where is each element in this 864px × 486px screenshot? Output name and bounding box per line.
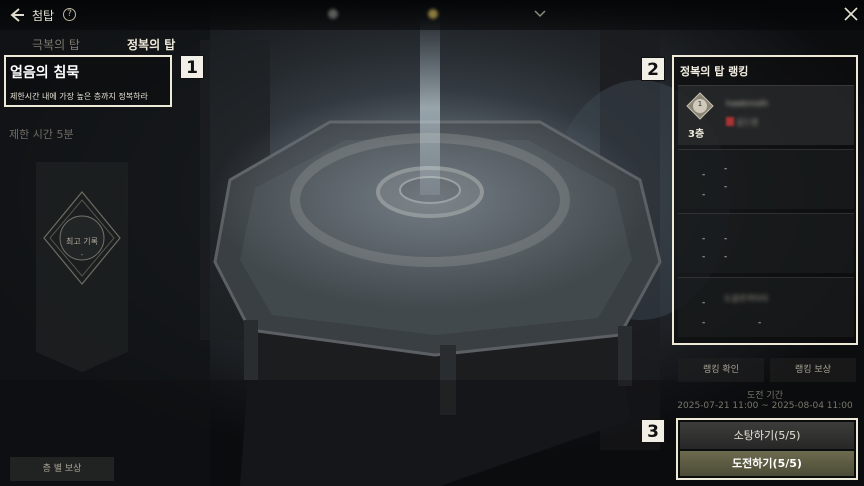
best-record-banner bbox=[36, 162, 128, 372]
rank-empty-value: - bbox=[724, 234, 728, 244]
sweep-button[interactable]: 소탕하기(5/5) bbox=[680, 422, 854, 449]
back-arrow-icon[interactable] bbox=[8, 6, 26, 24]
marker-2: 2 bbox=[641, 57, 665, 81]
top-bar: 첨탑 ? bbox=[0, 0, 864, 30]
best-record-value: - bbox=[80, 250, 84, 259]
page-title: 첨탑 bbox=[32, 9, 55, 23]
rank-floor: 3층 bbox=[688, 129, 705, 140]
player-name: 도굴꾼카타리 bbox=[724, 294, 769, 303]
rank-empty-value: - bbox=[702, 252, 706, 262]
challenge-period-value: 2025-07-21 11:00 ~ 2025-08-04 11:00 bbox=[677, 401, 853, 411]
rank-empty-value: - bbox=[702, 298, 706, 308]
marker-3: 3 bbox=[641, 419, 665, 443]
stage-description: 제한시간 내에 가장 높은 층까지 정복하라 bbox=[10, 92, 148, 101]
stage-info-box: 얼음의 침묵 제한시간 내에 가장 높은 층까지 정복하라 bbox=[4, 55, 172, 107]
stage-title: 얼음의 침묵 bbox=[10, 65, 80, 81]
rank-empty-value: - bbox=[724, 164, 728, 174]
currency-amount-blurred bbox=[420, 8, 490, 22]
ranking-check-button[interactable]: 랭킹 확인 bbox=[678, 358, 764, 382]
rank-empty-value: - bbox=[702, 170, 706, 180]
guild-name: 길드명 bbox=[736, 118, 759, 127]
ranking-row[interactable]: 도굴꾼카타리 - - - bbox=[678, 277, 854, 337]
time-limit-label: 제한 시간 5분 bbox=[9, 128, 74, 141]
best-record-label: 최고 기록 bbox=[66, 237, 98, 246]
rank-empty-value: - bbox=[724, 182, 728, 192]
currency-amount-blurred bbox=[320, 8, 410, 22]
challenge-period-label: 도전 기간 bbox=[747, 391, 783, 401]
ranking-row[interactable]: 1 3층 hawkmoth 길드명 bbox=[678, 85, 854, 145]
help-icon[interactable]: ? bbox=[63, 8, 76, 21]
rank-empty-value: - bbox=[758, 318, 762, 328]
rank-empty-value: - bbox=[702, 318, 706, 328]
rank-empty-value: - bbox=[702, 190, 706, 200]
rank-number: 1 bbox=[697, 100, 703, 108]
ranking-row[interactable]: - - - - bbox=[678, 213, 854, 273]
chevron-down-icon[interactable] bbox=[534, 10, 546, 18]
player-name: hawkmoth bbox=[726, 99, 769, 108]
ranking-panel: 정복의 탑 랭킹 1 3층 hawkmoth 길드명 - - - - - - -… bbox=[672, 55, 858, 345]
tab-conquest-tower[interactable]: 정복의 탑 bbox=[127, 36, 175, 53]
close-icon[interactable] bbox=[844, 7, 858, 21]
rank-empty-value: - bbox=[702, 234, 706, 244]
challenge-button[interactable]: 도전하기(5/5) bbox=[680, 451, 854, 476]
ranking-reward-button[interactable]: 랭킹 보상 bbox=[770, 358, 856, 382]
guild-emblem-icon bbox=[726, 117, 734, 126]
ranking-title: 정복의 탑 랭킹 bbox=[680, 65, 749, 78]
tab-overcome-tower[interactable]: 극복의 탑 bbox=[32, 36, 80, 53]
floor-reward-button[interactable]: 층 별 보상 bbox=[10, 457, 114, 481]
marker-1: 1 bbox=[180, 55, 204, 79]
action-buttons-box: 소탕하기(5/5) 도전하기(5/5) bbox=[676, 418, 858, 480]
rank-empty-value: - bbox=[724, 252, 728, 262]
ranking-row[interactable]: - - - - bbox=[678, 149, 854, 209]
